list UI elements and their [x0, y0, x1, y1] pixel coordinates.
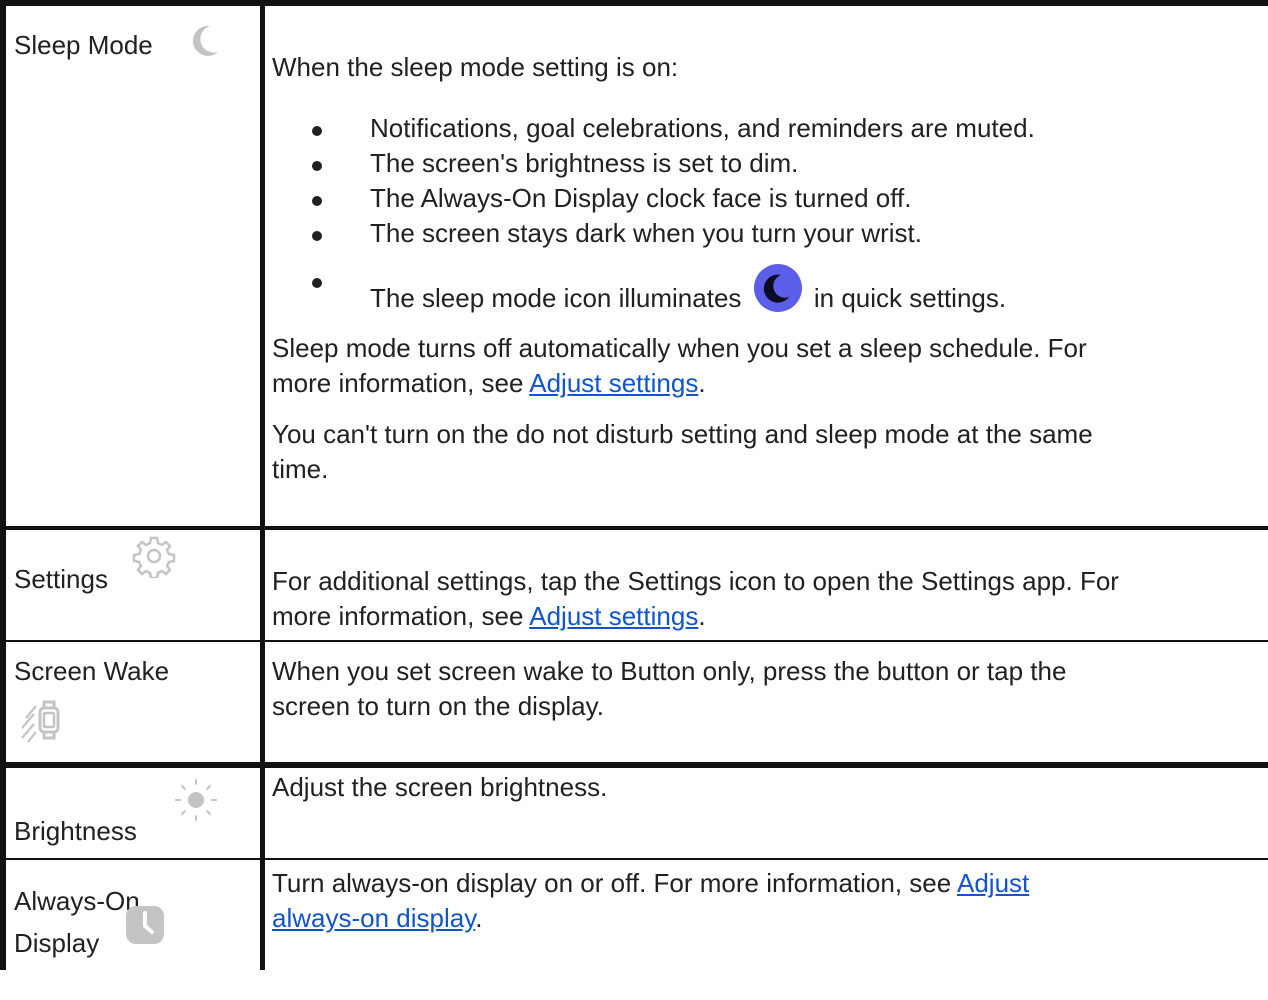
row-divider — [0, 640, 1268, 642]
column-divider — [0, 0, 6, 970]
sleep-mode-paragraph: Sleep mode turns off automatically when … — [272, 331, 1252, 401]
row-divider — [0, 858, 1268, 860]
clock-icon — [126, 906, 164, 944]
list-item: The Always-On Display clock face is turn… — [272, 181, 1252, 216]
settings-table: Sleep Mode When the sleep mode setting i… — [0, 0, 1268, 970]
settings-label: Settings — [14, 564, 108, 594]
paragraph-line: screen to turn on the display. — [272, 691, 604, 722]
link-text[interactable]: always-on display — [272, 903, 475, 933]
link-text[interactable]: Adjust — [957, 868, 1029, 898]
screen-wake-label: Screen Wake — [14, 656, 170, 686]
row-divider — [0, 526, 1268, 530]
paragraph-line: more information, see — [272, 601, 530, 632]
screen-wake-paragraph: When you set screen wake to Button only,… — [272, 654, 1252, 724]
sleep-mode-description: When the sleep mode setting is on: Notif… — [272, 50, 1252, 487]
sleep-mode-intro: When the sleep mode setting is on: — [272, 52, 679, 82]
gear-icon — [132, 536, 176, 578]
list-item: The screen's brightness is set to dim. — [272, 146, 1252, 181]
list-item: The screen stays dark when you turn your… — [272, 216, 1252, 251]
paragraph-line: Sleep mode turns off automatically when … — [272, 332, 1087, 363]
moon-icon — [192, 25, 218, 56]
always-on-label-line2: Display — [14, 928, 100, 958]
column-divider — [260, 0, 265, 970]
always-on-label-line1: Always-On — [14, 886, 140, 916]
adjust-settings-link[interactable]: Adjust settings — [529, 601, 698, 631]
paragraph-line: You can't turn on the do not disturb set… — [272, 418, 1093, 449]
always-on-description: Turn always-on display on or off. For mo… — [272, 866, 1252, 936]
paragraph-line: For additional settings, tap the Setting… — [272, 566, 1119, 596]
settings-paragraph: For additional settings, tap the Setting… — [272, 564, 1252, 634]
adjust-settings-link[interactable]: Adjust settings — [529, 368, 698, 398]
sleep-mode-quick-settings-icon — [753, 264, 802, 313]
bullet-text-before-icon: The sleep mode icon illuminates — [370, 283, 742, 314]
table-border-top — [0, 0, 1268, 6]
sleep-mode-label: Sleep Mode — [14, 30, 153, 60]
brightness-label: Brightness — [14, 816, 137, 846]
punctuation: . — [698, 367, 706, 398]
row-label-sleep-mode: Sleep Mode — [14, 28, 153, 63]
row-label-always-on-display: Always-On Display — [14, 868, 140, 1000]
list-item: Notifications, goal celebrations, and re… — [272, 111, 1252, 146]
watch-wake-icon — [21, 700, 60, 743]
row-divider — [0, 762, 1268, 768]
row-label-screen-wake: Screen Wake — [14, 654, 169, 689]
brightness-description: Adjust the screen brightness. — [272, 770, 1252, 805]
paragraph-line: When you set screen wake to Button only,… — [272, 656, 1067, 686]
paragraph-line: time. — [272, 453, 329, 484]
bullet-text-after-icon: in quick settings. — [813, 283, 1007, 314]
always-on-paragraph: Turn always-on display on or off. For mo… — [272, 866, 1252, 936]
sun-icon — [175, 779, 217, 821]
punctuation: . — [698, 601, 706, 632]
row-label-settings: Settings — [14, 562, 108, 597]
screen-wake-description: When you set screen wake to Button only,… — [272, 654, 1252, 724]
sleep-mode-note: You can't turn on the do not disturb set… — [272, 417, 1252, 487]
list-item: The sleep mode icon illuminates in quick… — [272, 263, 1252, 316]
settings-description: For additional settings, tap the Setting… — [272, 564, 1252, 634]
sleep-mode-bullet-list: Notifications, goal celebrations, and re… — [272, 111, 1252, 316]
row-label-brightness: Brightness — [14, 814, 137, 849]
punctuation: . — [475, 903, 483, 934]
paragraph-line: more information, see — [272, 367, 530, 398]
brightness-paragraph: Adjust the screen brightness. — [272, 772, 608, 802]
paragraph-line: Turn always-on display on or off. For mo… — [272, 868, 957, 898]
